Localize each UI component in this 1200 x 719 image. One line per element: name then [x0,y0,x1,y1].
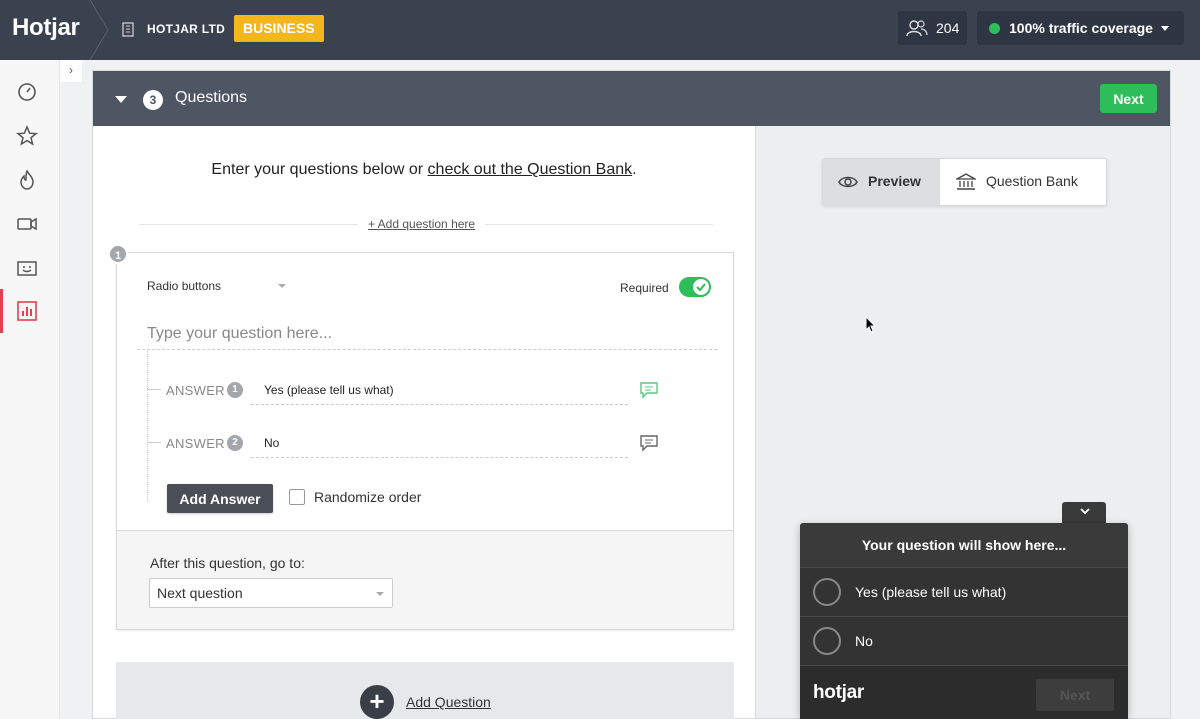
users-count: 204 [936,20,960,36]
gauge-icon [18,83,36,101]
survey-preview-widget: Your question will show here... Yes (ple… [800,523,1128,719]
toggle-knob [693,279,709,295]
question-intro: Enter your questions below or check out … [93,161,755,179]
answer-input[interactable] [251,428,628,458]
sidebar-item-recordings[interactable] [0,202,60,246]
answer-number: 1 [227,382,243,398]
question-card: Radio buttons Required ANSWER 1 ANSWER 2… [116,252,734,630]
answer-number: 2 [227,435,243,451]
comment-icon[interactable] [639,381,659,399]
users-counter[interactable]: 204 [898,11,967,45]
star-icon [16,125,38,146]
bank-icon[interactable] [956,173,976,191]
flame-icon [20,169,34,190]
building-icon [122,22,134,37]
breadcrumb-chevron-icon [89,0,109,60]
add-answer-button[interactable]: Add Answer [167,484,273,513]
widget-footer: hotjar Next [800,665,1128,719]
sidebar-item-dashboard[interactable] [0,70,60,114]
tab-preview-label: Preview [868,173,921,189]
preview-column: Preview Question Bank Your question will… [755,126,1170,719]
caret-down-icon [1161,26,1169,31]
checkmark-icon [696,283,706,292]
question-type-select[interactable]: Radio buttons [147,279,221,293]
go-to-select[interactable]: Next question [149,578,393,608]
bar-chart-icon [17,301,37,321]
after-question-label: After this question, go to: [150,555,305,571]
caret-down-icon[interactable] [278,284,286,288]
hotjar-logo[interactable]: Hotjar [12,14,80,42]
plus-circle-icon[interactable]: + [360,685,394,719]
step-header[interactable]: 3 Questions Next [93,71,1170,126]
question-bank-link[interactable]: check out the Question Bank [428,161,633,178]
widget-minimize-tab[interactable] [1062,502,1106,524]
sidebar-item-heatmaps[interactable] [0,158,60,202]
hotjar-widget-logo: hotjar [813,682,864,703]
eye-icon [838,176,858,188]
users-icon [906,20,928,37]
go-to-value: Next question [157,585,243,601]
widget-option-label: Yes (please tell us what) [855,584,1007,600]
answer-label: ANSWER [166,436,225,451]
intro-text: Enter your questions below or [211,161,428,178]
tab-question-bank[interactable]: Question Bank [986,173,1078,189]
answer-label: ANSWER [166,383,225,398]
randomize-order-checkbox[interactable] [289,489,305,505]
next-step-button[interactable]: Next [1100,84,1157,113]
add-question-link[interactable]: Add Question [406,694,491,710]
answer-input[interactable] [251,375,628,405]
widget-next-button[interactable]: Next [1036,679,1114,711]
mouse-cursor-icon [865,316,877,333]
sidebar [0,60,60,719]
video-camera-icon [17,217,37,231]
preview-mode-switch: Preview Question Bank [822,158,1107,206]
answer-row: ANSWER 1 [147,373,667,407]
widget-option[interactable]: Yes (please tell us what) [800,567,1128,616]
top-bar: Hotjar HOTJAR LTD BUSINESS 204 100% traf… [0,0,1200,60]
traffic-coverage-label: 100% traffic coverage [1009,20,1153,36]
collapse-caret-icon[interactable] [115,96,127,103]
intro-end: . [632,161,637,178]
step-number: 3 [143,90,163,110]
add-question-here-link[interactable]: + Add question here [358,217,486,231]
sidebar-item-surveys[interactable] [0,289,60,333]
comment-icon[interactable] [639,434,659,452]
radio-circle-icon[interactable] [813,578,841,606]
sidebar-collapse-toggle[interactable]: › [60,60,82,82]
add-question-bar[interactable]: + Add Question [116,662,734,719]
question-number-badge: 1 [108,244,128,264]
organization-name[interactable]: HOTJAR LTD [147,22,225,36]
caret-down-icon [376,592,384,596]
plan-badge: BUSINESS [234,15,324,42]
traffic-coverage-dropdown[interactable]: 100% traffic coverage [977,11,1184,45]
sidebar-item-feedback[interactable] [0,246,60,290]
tree-branch [147,442,161,443]
questions-step-panel: 3 Questions Next Enter your questions be… [92,70,1171,719]
question-text-input[interactable] [137,318,717,350]
answer-row: ANSWER 2 [147,426,667,460]
randomize-order-label[interactable]: Randomize order [314,489,421,505]
step-title: Questions [175,89,248,106]
required-toggle[interactable] [679,277,711,297]
widget-option-label: No [855,633,873,649]
tab-preview[interactable]: Preview [823,159,940,205]
tree-branch [147,389,161,390]
status-dot-icon [989,23,1000,34]
logic-section: After this question, go to: Next questio… [117,530,733,629]
widget-option[interactable]: No [800,616,1128,665]
chevron-right-icon: › [69,63,73,77]
required-label: Required [620,281,669,295]
smiley-box-icon [17,261,37,276]
sidebar-item-favorites[interactable] [0,114,60,158]
chevron-down-icon [1080,508,1090,515]
widget-question-title: Your question will show here... [861,537,1067,553]
radio-circle-icon[interactable] [813,627,841,655]
